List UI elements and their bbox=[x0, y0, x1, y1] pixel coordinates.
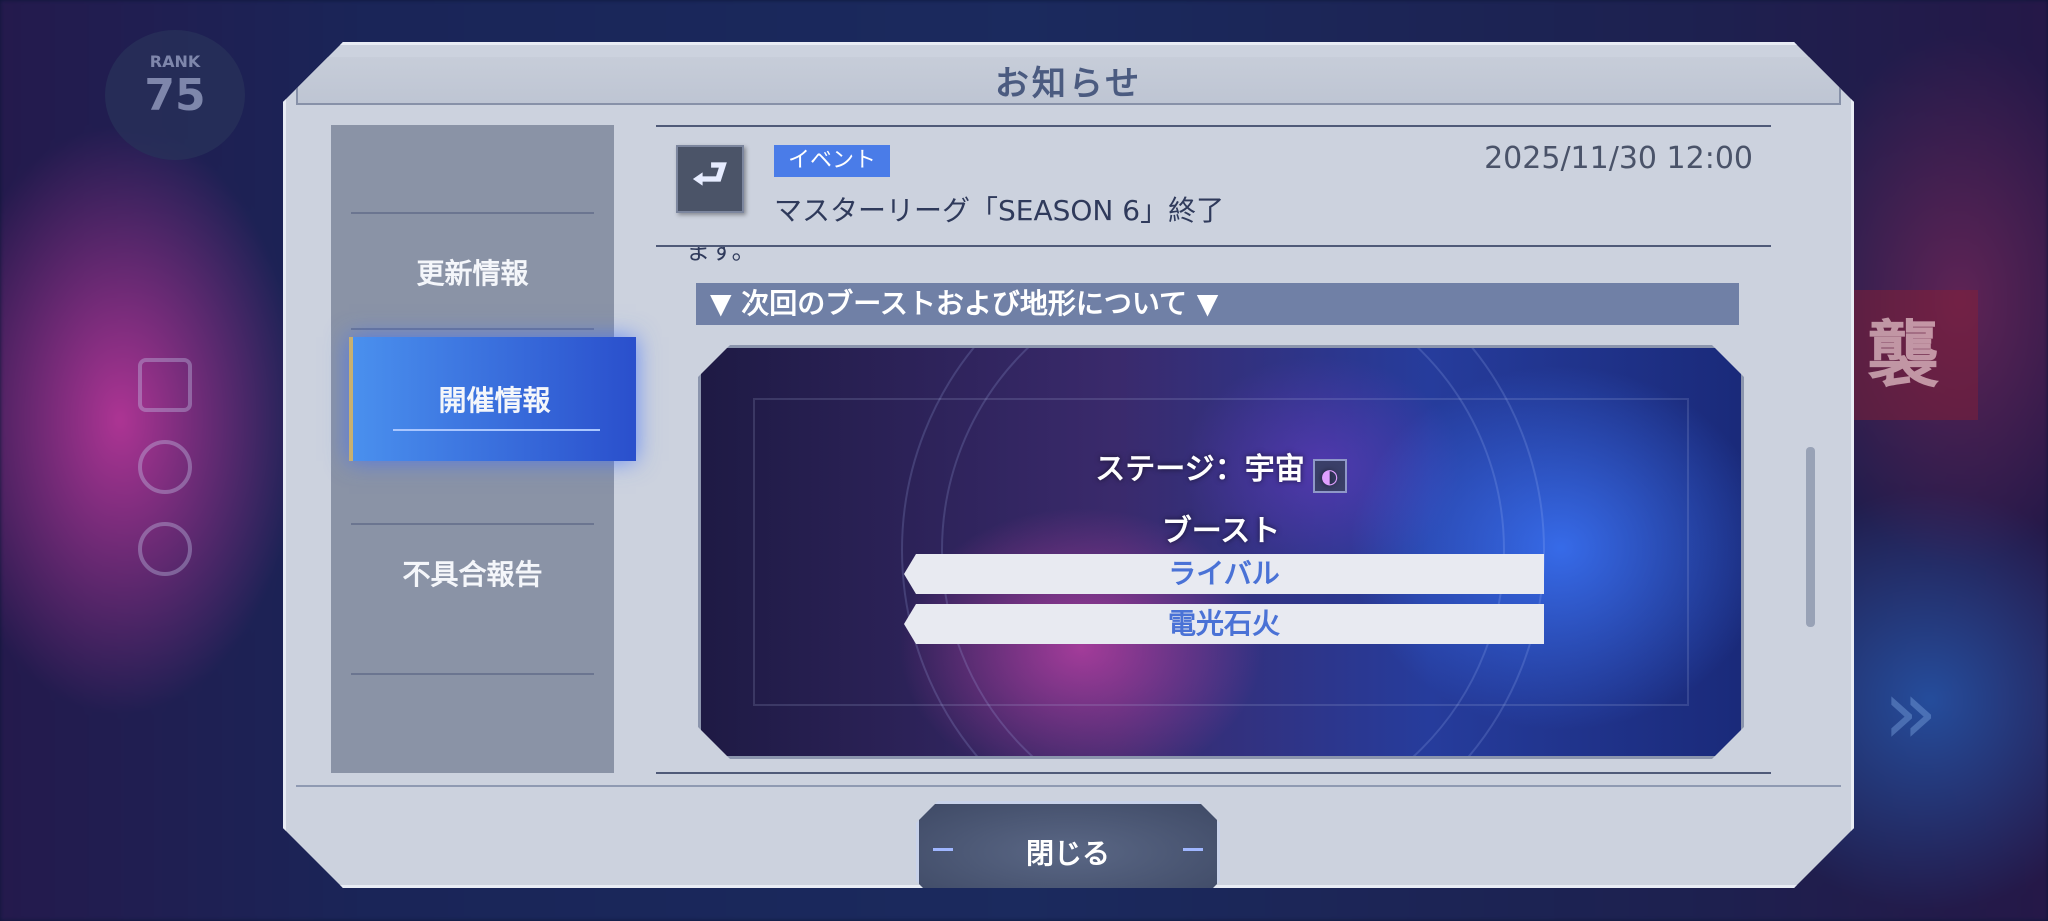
boost-heading: ブースト bbox=[1161, 514, 1281, 549]
footer-divider bbox=[296, 785, 1841, 787]
background-menu bbox=[110, 330, 220, 750]
notice-date: 2025/11/30 12:00 bbox=[1484, 141, 1753, 176]
dialog-title: お知らせ bbox=[994, 63, 1143, 104]
shop-icon bbox=[138, 522, 192, 576]
sidebar-divider bbox=[351, 523, 594, 525]
stage-info: ステージ：宇宙 ◐ bbox=[701, 444, 1741, 493]
stage-boost-image: ステージ：宇宙 ◐ ブースト ライバル 電光石火 bbox=[698, 345, 1744, 759]
active-underline bbox=[393, 429, 600, 431]
double-chevron-icon: » bbox=[1882, 660, 1938, 765]
notice-header: ⮐ イベント 2025/11/30 12:00 マスターリーグ「SEASON 6… bbox=[656, 125, 1771, 245]
section-heading: ▼ 次回のブーストおよび地形について ▼ bbox=[696, 283, 1739, 325]
scrolled-text: ます。 bbox=[686, 247, 756, 265]
close-button-label: 閉じる bbox=[1025, 837, 1110, 870]
dialog-header: お知らせ bbox=[296, 57, 1841, 105]
sidebar-item-label: 開催情報 bbox=[438, 384, 551, 417]
mission-icon bbox=[138, 440, 192, 494]
sidebar-item-bug-reports[interactable]: 不具合報告 bbox=[331, 533, 614, 613]
return-arrow-icon[interactable]: ⮐ bbox=[676, 145, 744, 213]
sidebar-item-updates[interactable]: 更新情報 bbox=[331, 232, 614, 312]
close-button[interactable]: 閉じる bbox=[916, 801, 1220, 903]
planet-icon: ◐ bbox=[1313, 459, 1347, 493]
content-bottom-line bbox=[656, 772, 1771, 774]
button-accent bbox=[1183, 848, 1203, 851]
notice-content: ⮐ イベント 2025/11/30 12:00 マスターリーグ「SEASON 6… bbox=[656, 125, 1771, 773]
button-accent bbox=[933, 848, 953, 851]
notice-title: マスターリーグ「SEASON 6」終了 bbox=[774, 194, 1225, 227]
header-divider bbox=[656, 245, 1771, 247]
sidebar-divider bbox=[351, 212, 594, 214]
category-sidebar: 更新情報 開催情報 不具合報告 bbox=[331, 125, 614, 773]
sidebar-item-events[interactable]: 開催情報 bbox=[349, 337, 636, 461]
category-tag: イベント bbox=[774, 145, 890, 177]
notice-dialog: お知らせ 更新情報 開催情報 不具合報告 ⮐ イベント 2025/11/30 1… bbox=[283, 42, 1854, 888]
boost-item: ライバル bbox=[904, 554, 1544, 594]
scrollbar-thumb[interactable] bbox=[1806, 447, 1815, 627]
boost-item: 電光石火 bbox=[904, 604, 1544, 644]
sidebar-item-label: 更新情報 bbox=[416, 257, 529, 290]
sidebar-divider bbox=[351, 673, 594, 675]
sidebar-divider bbox=[351, 328, 594, 330]
background-rank-badge: RANK 75 bbox=[105, 30, 245, 160]
stage-label: ステージ：宇宙 bbox=[1095, 452, 1305, 487]
sidebar-item-label: 不具合報告 bbox=[402, 558, 543, 591]
gift-icon bbox=[138, 358, 192, 412]
